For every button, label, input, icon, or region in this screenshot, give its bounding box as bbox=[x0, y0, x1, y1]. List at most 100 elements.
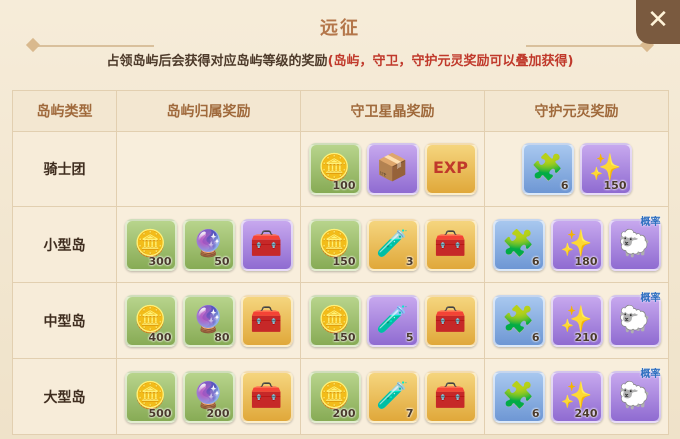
island-type-label: 大型岛 bbox=[12, 358, 117, 435]
reward-item-list: 🪙 200 🧪 7 🧰 bbox=[301, 370, 484, 423]
reward-count: 300 bbox=[148, 254, 172, 268]
reward-item[interactable]: 🧩 6 bbox=[492, 294, 545, 347]
title-divider-left bbox=[34, 45, 154, 47]
reward-item[interactable]: 🐑 概率 bbox=[608, 369, 661, 423]
reward-item[interactable]: 🔮 200 bbox=[182, 370, 235, 423]
island-type-label: 中型岛 bbox=[12, 282, 117, 359]
reward-count: 100 bbox=[332, 179, 356, 192]
reward-item[interactable]: ✨ 150 bbox=[579, 143, 632, 195]
reward-item[interactable]: 🪙 200 bbox=[308, 370, 361, 423]
reward-count: 6 bbox=[531, 254, 540, 268]
reward-item[interactable]: 🔮 80 bbox=[182, 294, 235, 347]
reward-item-list: 🪙 150 🧪 5 🧰 bbox=[301, 294, 484, 347]
reward-item[interactable]: 🧪 7 bbox=[366, 370, 419, 423]
table-row: 小型岛 🪙 300 🔮 50 🧰 🪙 150 🧪 3 🧰 🧩 6 ✨ 180 🐑 概率 bbox=[12, 206, 669, 283]
island-reward-cell: 🪙 300 🔮 50 🧰 bbox=[116, 206, 301, 283]
reward-item[interactable]: 🧰 bbox=[240, 294, 293, 347]
spirit-creature-icon: 🐑 bbox=[618, 380, 651, 411]
spirit-creature-icon: 🐑 bbox=[618, 304, 651, 335]
reward-item[interactable]: 🧰 bbox=[424, 218, 477, 271]
treasure-chest-icon: 🧰 bbox=[250, 228, 283, 259]
reward-count: 6 bbox=[531, 406, 540, 420]
reward-item[interactable]: 🪙 300 bbox=[124, 218, 177, 271]
expedition-panel: 远征 ✕ 占领岛屿后会获得对应岛屿等级的奖励(岛屿，守卫，守护元灵奖励可以叠加获… bbox=[0, 0, 680, 439]
spirit-creature-icon: 🐑 bbox=[618, 228, 651, 259]
reward-item[interactable]: 🔮 50 bbox=[182, 218, 235, 271]
video-chest-icon: 📦 bbox=[376, 153, 409, 183]
reward-item[interactable]: 🧰 bbox=[240, 370, 293, 423]
reward-item[interactable]: 🪙 150 bbox=[308, 294, 361, 347]
reward-item[interactable]: 🪙 100 bbox=[308, 143, 361, 195]
reward-item-list: 🪙 500 🔮 200 🧰 bbox=[117, 370, 300, 423]
reward-count: 200 bbox=[332, 406, 356, 420]
diamond-ornament-icon bbox=[25, 37, 41, 53]
guard-reward-cell: 🪙 200 🧪 7 🧰 bbox=[300, 358, 485, 435]
reward-item[interactable]: 🐑 概率 bbox=[608, 217, 661, 271]
reward-item[interactable]: 📦 bbox=[366, 143, 419, 195]
page-title: 远征 bbox=[320, 18, 360, 39]
header-guard-reward: 守卫星晶奖励 bbox=[300, 90, 485, 132]
reward-item[interactable]: 🧰 bbox=[240, 218, 293, 271]
island-reward-cell bbox=[116, 131, 301, 207]
reward-table: 岛屿类型 岛屿归属奖励 守卫星晶奖励 守护元灵奖励 骑士团 🪙 100 📦 EXP 🧩 6 ✨… bbox=[12, 90, 669, 435]
reward-count: 180 bbox=[574, 254, 598, 268]
reward-description: 占领岛屿后会获得对应岛屿等级的奖励(岛屿，守卫，守护元灵奖励可以叠加获得) bbox=[70, 54, 610, 69]
spirit-reward-cell: 🧩 6 ✨ 150 bbox=[484, 131, 669, 207]
island-reward-cell: 🪙 400 🔮 80 🧰 bbox=[116, 282, 301, 359]
reward-count: 150 bbox=[332, 254, 356, 268]
treasure-chest-icon: 🧰 bbox=[434, 380, 467, 411]
spirit-reward-cell: 🧩 6 ✨ 240 🐑 概率 bbox=[484, 358, 669, 435]
reward-item[interactable]: 🧩 6 bbox=[492, 218, 545, 271]
description-text: 占领岛屿后会获得对应岛屿等级的奖励 bbox=[106, 54, 328, 69]
reward-item-list: 🪙 400 🔮 80 🧰 bbox=[117, 294, 300, 347]
probability-badge: 概率 bbox=[640, 292, 661, 304]
reward-count: 50 bbox=[214, 254, 230, 268]
title-bar: 远征 bbox=[0, 0, 680, 53]
reward-item[interactable]: ✨ 240 bbox=[550, 370, 603, 423]
header-island-type: 岛屿类型 bbox=[12, 90, 117, 132]
treasure-chest-icon: 🧰 bbox=[250, 304, 283, 335]
reward-count: 150 bbox=[603, 179, 627, 192]
island-type-label: 骑士团 bbox=[12, 131, 117, 207]
reward-item[interactable]: 🧩 6 bbox=[492, 370, 545, 423]
guard-reward-cell: 🪙 150 🧪 5 🧰 bbox=[300, 282, 485, 359]
reward-item-list: 🪙 300 🔮 50 🧰 bbox=[117, 218, 300, 271]
table-header-row: 岛屿类型 岛屿归属奖励 守卫星晶奖励 守护元灵奖励 bbox=[12, 90, 669, 132]
spirit-reward-cell: 🧩 6 ✨ 210 🐑 概率 bbox=[484, 282, 669, 359]
reward-item[interactable]: 🐑 概率 bbox=[608, 293, 661, 347]
header-island-reward: 岛屿归属奖励 bbox=[116, 90, 301, 132]
table-row: 中型岛 🪙 400 🔮 80 🧰 🪙 150 🧪 5 🧰 🧩 6 ✨ 210 🐑 概率 bbox=[12, 282, 669, 359]
reward-item[interactable]: 🧰 bbox=[424, 294, 477, 347]
table-row: 大型岛 🪙 500 🔮 200 🧰 🪙 200 🧪 7 🧰 🧩 6 ✨ 240 🐑 概率 bbox=[12, 358, 669, 435]
probability-badge: 概率 bbox=[640, 368, 661, 380]
reward-item[interactable]: 🪙 500 bbox=[124, 370, 177, 423]
reward-item[interactable]: 🧰 bbox=[424, 370, 477, 423]
reward-count: 7 bbox=[405, 406, 414, 420]
reward-count: 500 bbox=[148, 406, 172, 420]
probability-badge: 概率 bbox=[640, 216, 661, 228]
island-type-label: 小型岛 bbox=[12, 206, 117, 283]
guard-reward-cell: 🪙 100 📦 EXP bbox=[300, 131, 485, 207]
reward-count: 80 bbox=[214, 330, 230, 344]
reward-count: 210 bbox=[574, 330, 598, 344]
reward-item[interactable]: 🪙 400 bbox=[124, 294, 177, 347]
reward-item-list: 🧩 6 ✨ 240 🐑 概率 bbox=[485, 369, 668, 423]
close-button[interactable]: ✕ bbox=[636, 0, 680, 44]
reward-count: 240 bbox=[574, 406, 598, 420]
island-reward-cell: 🪙 500 🔮 200 🧰 bbox=[116, 358, 301, 435]
reward-item-list: 🧩 6 ✨ 180 🐑 概率 bbox=[485, 217, 668, 271]
header-spirit-reward: 守护元灵奖励 bbox=[484, 90, 669, 132]
reward-item[interactable]: 🧩 6 bbox=[521, 143, 574, 195]
reward-item-list: 🪙 150 🧪 3 🧰 bbox=[301, 218, 484, 271]
reward-item-list: 🧩 6 ✨ 150 bbox=[485, 143, 668, 195]
exp-icon: EXP bbox=[433, 158, 468, 177]
reward-count: 400 bbox=[148, 330, 172, 344]
table-row: 骑士团 🪙 100 📦 EXP 🧩 6 ✨ 150 bbox=[12, 131, 669, 207]
reward-item[interactable]: 🪙 150 bbox=[308, 218, 361, 271]
reward-item[interactable]: ✨ 180 bbox=[550, 218, 603, 271]
reward-item-list: 🪙 100 📦 EXP bbox=[301, 143, 484, 195]
reward-item[interactable]: 🧪 5 bbox=[366, 294, 419, 347]
reward-item[interactable]: ✨ 210 bbox=[550, 294, 603, 347]
reward-item[interactable]: EXP bbox=[424, 143, 477, 195]
reward-item[interactable]: 🧪 3 bbox=[366, 218, 419, 271]
